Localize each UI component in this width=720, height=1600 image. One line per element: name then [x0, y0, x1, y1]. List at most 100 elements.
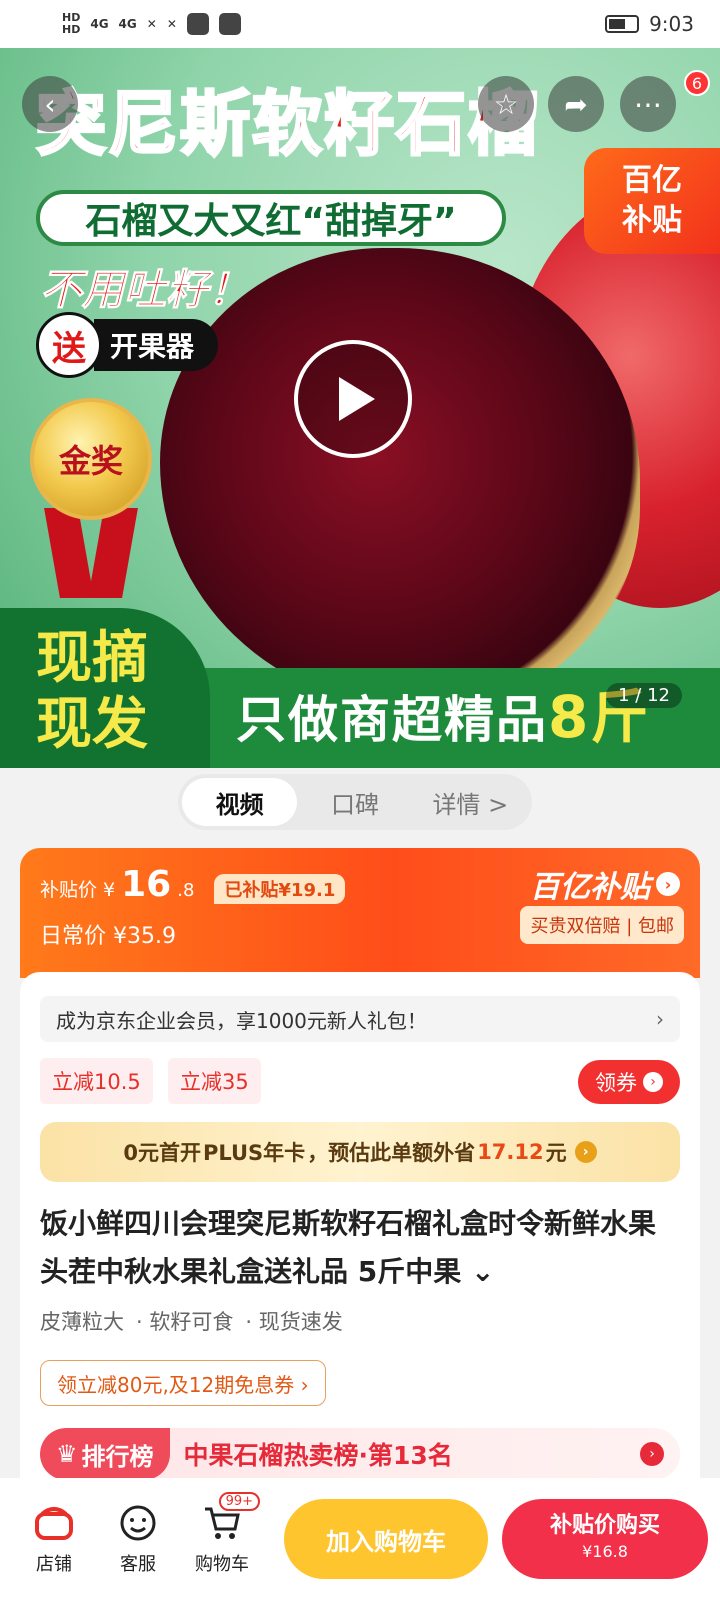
nav-store[interactable]: 店铺	[12, 1502, 96, 1576]
more-button[interactable]: ⋯	[620, 76, 676, 132]
plus-amount: 17.12	[477, 1140, 544, 1164]
trophy-icon: ♛	[56, 1440, 78, 1468]
add-to-cart-button[interactable]: 加入购物车	[284, 1499, 488, 1579]
feature-item: 皮薄粒大	[40, 1310, 124, 1334]
clock: 9:03	[649, 12, 694, 36]
fresh-line2: 现发	[36, 692, 148, 757]
plus-unit: 元	[545, 1141, 567, 1165]
chevron-right-icon: ›	[656, 1007, 664, 1031]
subsidy-tag: 已补贴¥19.1	[214, 874, 346, 904]
chevron-right-icon: ›	[574, 1141, 597, 1163]
subsidy-badge: 百亿 补贴	[584, 148, 720, 254]
badge-line2: 补贴	[622, 203, 682, 238]
signal-icon: 4G	[118, 17, 137, 31]
hero-no-seed: 不用吐籽！	[39, 265, 251, 315]
chevron-left-icon: ‹	[44, 87, 56, 121]
status-bar: HD HD 4G 4G ✕ ✕ 9:03	[0, 0, 720, 48]
ranking-tag-label: 排行榜	[81, 1442, 154, 1471]
more-icon: ⋯	[634, 87, 662, 121]
store-icon	[33, 1502, 75, 1544]
product-title[interactable]: 饭小鲜四川会理突尼斯软籽石榴礼盒时令新鲜水果头茬中秋水果礼盒送礼品 5斤中果 ⌄	[40, 1200, 680, 1296]
bottom-action-bar: 店铺 客服 99+ 购物车 加入购物车 补贴价购买 ¥16.8	[0, 1478, 720, 1600]
app-notification-icon	[186, 13, 209, 35]
ranking-text: 中果石榴热卖榜·第13名	[183, 1441, 453, 1470]
share-button[interactable]: ➦	[548, 76, 604, 132]
gift-label: 送 开果器	[36, 312, 219, 378]
chevron-right-icon: ›	[656, 872, 680, 896]
favorite-button[interactable]: ☆	[478, 76, 534, 132]
medal-ribbon	[88, 508, 138, 598]
image-counter: 1 / 12	[606, 683, 682, 708]
play-video-button[interactable]	[294, 340, 412, 458]
notification-badge: 6	[684, 70, 710, 96]
ranking-tag: ♛ 排行榜	[40, 1428, 170, 1480]
slogan-text: 只做商超精品	[236, 691, 548, 749]
subsidy-price-row: 补贴价 ¥ 16 .8 已补贴¥19.1	[40, 864, 346, 905]
tab-video[interactable]: 视频	[182, 778, 298, 826]
fresh-label: 现摘 现发	[0, 608, 210, 768]
nav-service[interactable]: 客服	[96, 1502, 180, 1576]
fresh-line1: 现摘	[36, 626, 148, 691]
subsidy-brand-link[interactable]: 百亿补贴 ›	[530, 862, 680, 906]
wifi-off-icon: ✕	[146, 17, 157, 31]
buy-now-button[interactable]: 补贴价购买 ¥16.8	[502, 1499, 708, 1579]
brand-text: 百亿补贴	[530, 870, 650, 905]
star-icon: ☆	[493, 87, 519, 121]
feature-item: · 软籽可食	[136, 1310, 234, 1334]
plus-name: PLUS年卡	[202, 1141, 306, 1165]
subsidy-price-label: 补贴价	[40, 879, 98, 901]
hd-icon: HD HD	[62, 11, 81, 36]
pomegranate-graphic	[160, 248, 640, 708]
cart-count-badge: 99+	[218, 1492, 260, 1511]
subsidy-price-dec: .8	[177, 880, 195, 901]
hero-subtitle: 石榴又大又红“甜掉牙”	[36, 190, 506, 246]
product-features: 皮薄粒大 · 软籽可食 · 现货速发	[40, 1306, 343, 1336]
app-notification-icon	[218, 13, 241, 35]
gold-medal-icon: 金奖	[30, 398, 152, 520]
currency-symbol: ¥	[103, 879, 116, 901]
hero-slogan: 只做商超精品8斤	[236, 670, 650, 754]
tab-reviews[interactable]: 口碑	[297, 778, 412, 826]
chevron-right-icon: ›	[640, 1442, 664, 1466]
guarantee-tag: 买贵双倍赔 | 包邮	[520, 906, 684, 944]
claim-label: 领券	[595, 1071, 637, 1095]
gift-circle: 送	[36, 312, 102, 378]
buy-label: 补贴价购买	[549, 1513, 660, 1538]
member-text: 成为京东企业会员，享1000元新人礼包！	[56, 1008, 427, 1033]
ranking-banner[interactable]: ♛ 排行榜 中果石榴热卖榜·第13名 ›	[40, 1428, 680, 1480]
subsidy-price-int: 16	[121, 864, 172, 905]
nav-store-label: 店铺	[36, 1554, 72, 1575]
daily-price: ¥35.9	[113, 924, 176, 949]
medal-text: 金奖	[58, 442, 123, 480]
buy-price: ¥16.8	[582, 1542, 628, 1561]
plus-mid: ，预估此单额外省	[307, 1141, 476, 1165]
medal-ribbon	[44, 508, 94, 598]
nav-cart[interactable]: 99+ 购物车	[180, 1492, 264, 1576]
chevron-right-icon: ›	[643, 1072, 663, 1092]
plus-membership-banner[interactable]: 0元首开 PLUS年卡 ，预估此单额外省 17.12 元 ›	[40, 1122, 680, 1182]
plus-pre: 0元首开	[123, 1141, 201, 1165]
promo-coupon-button[interactable]: 领立减80元,及12期免息券 ›	[40, 1360, 326, 1406]
media-tabs: 视频 口碑 详情 >	[178, 774, 532, 830]
status-icons: HD HD 4G 4G ✕ ✕	[62, 12, 241, 36]
tab-details[interactable]: 详情 >	[413, 778, 528, 826]
coupon-tag[interactable]: 立减10.5	[40, 1058, 153, 1104]
product-hero-image[interactable]: 突尼斯软籽石榴 石榴又大又红“甜掉牙” 不用吐籽！ 送 开果器 金奖 百亿 补贴…	[0, 48, 720, 768]
member-banner[interactable]: 成为京东企业会员，享1000元新人礼包！ ›	[40, 996, 680, 1042]
wifi-off-icon: ✕	[166, 17, 177, 31]
feature-item: · 现货速发	[245, 1310, 343, 1334]
signal-icon: 4G	[90, 17, 109, 31]
claim-coupon-button[interactable]: 领券 ›	[578, 1060, 680, 1104]
nav-service-label: 客服	[120, 1554, 156, 1575]
daily-price-label: 日常价	[40, 924, 107, 949]
badge-line1: 百亿	[622, 163, 682, 198]
share-icon: ➦	[564, 87, 588, 121]
battery-icon	[605, 15, 640, 33]
product-info-card: 成为京东企业会员，享1000元新人礼包！ › 立减10.5 立减35 领券 › …	[20, 972, 700, 1492]
coupon-tag[interactable]: 立减35	[168, 1058, 261, 1104]
nav-cart-label: 购物车	[195, 1554, 249, 1575]
price-card: 补贴价 ¥ 16 .8 已补贴¥19.1 日常价 ¥35.9 百亿补贴 › 买贵…	[20, 848, 700, 978]
gift-text: 开果器	[94, 319, 219, 371]
daily-price-row: 日常价 ¥35.9	[40, 918, 176, 950]
back-button[interactable]: ‹	[22, 76, 78, 132]
